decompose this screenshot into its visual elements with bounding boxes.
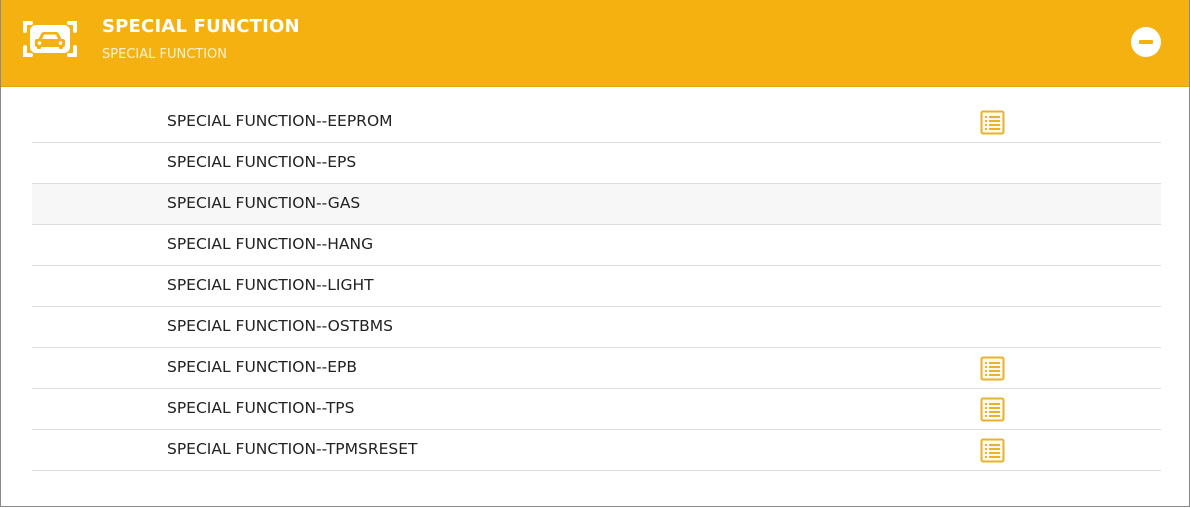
document-list-icon[interactable] (980, 356, 1005, 381)
panel-subtitle: SPECIAL FUNCTION (102, 47, 228, 62)
function-list: SPECIAL FUNCTION--EEPROM SPECIAL FUNCTIO… (32, 102, 1161, 471)
panel-title: SPECIAL FUNCTION (102, 16, 300, 37)
list-item[interactable]: SPECIAL FUNCTION--GAS (32, 184, 1161, 225)
list-item-label: SPECIAL FUNCTION--OSTBMS (167, 317, 394, 335)
list-item-label: SPECIAL FUNCTION--EPS (167, 153, 357, 171)
list-item-label: SPECIAL FUNCTION--EEPROM (167, 112, 393, 130)
list-item[interactable]: SPECIAL FUNCTION--TPMSRESET (32, 430, 1161, 471)
list-item-label: SPECIAL FUNCTION--HANG (167, 235, 374, 253)
list-item-label: SPECIAL FUNCTION--LIGHT (167, 276, 374, 294)
list-item-label: SPECIAL FUNCTION--EPB (167, 358, 358, 376)
panel-header[interactable]: SPECIAL FUNCTION SPECIAL FUNCTION (1, 0, 1189, 87)
list-item[interactable]: SPECIAL FUNCTION--EEPROM (32, 102, 1161, 143)
list-item[interactable]: SPECIAL FUNCTION--LIGHT (32, 266, 1161, 307)
document-list-icon[interactable] (980, 110, 1005, 135)
list-item[interactable]: SPECIAL FUNCTION--OSTBMS (32, 307, 1161, 348)
list-item[interactable]: SPECIAL FUNCTION--EPB (32, 348, 1161, 389)
car-icon (23, 21, 77, 57)
document-list-icon[interactable] (980, 438, 1005, 463)
list-item[interactable]: SPECIAL FUNCTION--EPS (32, 143, 1161, 184)
special-function-panel: SPECIAL FUNCTION SPECIAL FUNCTION SPECIA… (0, 0, 1190, 507)
document-list-icon[interactable] (980, 397, 1005, 422)
list-item-label: SPECIAL FUNCTION--TPS (167, 399, 355, 417)
minus-circle-icon[interactable] (1131, 27, 1161, 57)
list-item-label: SPECIAL FUNCTION--TPMSRESET (167, 440, 418, 458)
list-item-label: SPECIAL FUNCTION--GAS (167, 194, 361, 212)
list-item[interactable]: SPECIAL FUNCTION--HANG (32, 225, 1161, 266)
list-item[interactable]: SPECIAL FUNCTION--TPS (32, 389, 1161, 430)
